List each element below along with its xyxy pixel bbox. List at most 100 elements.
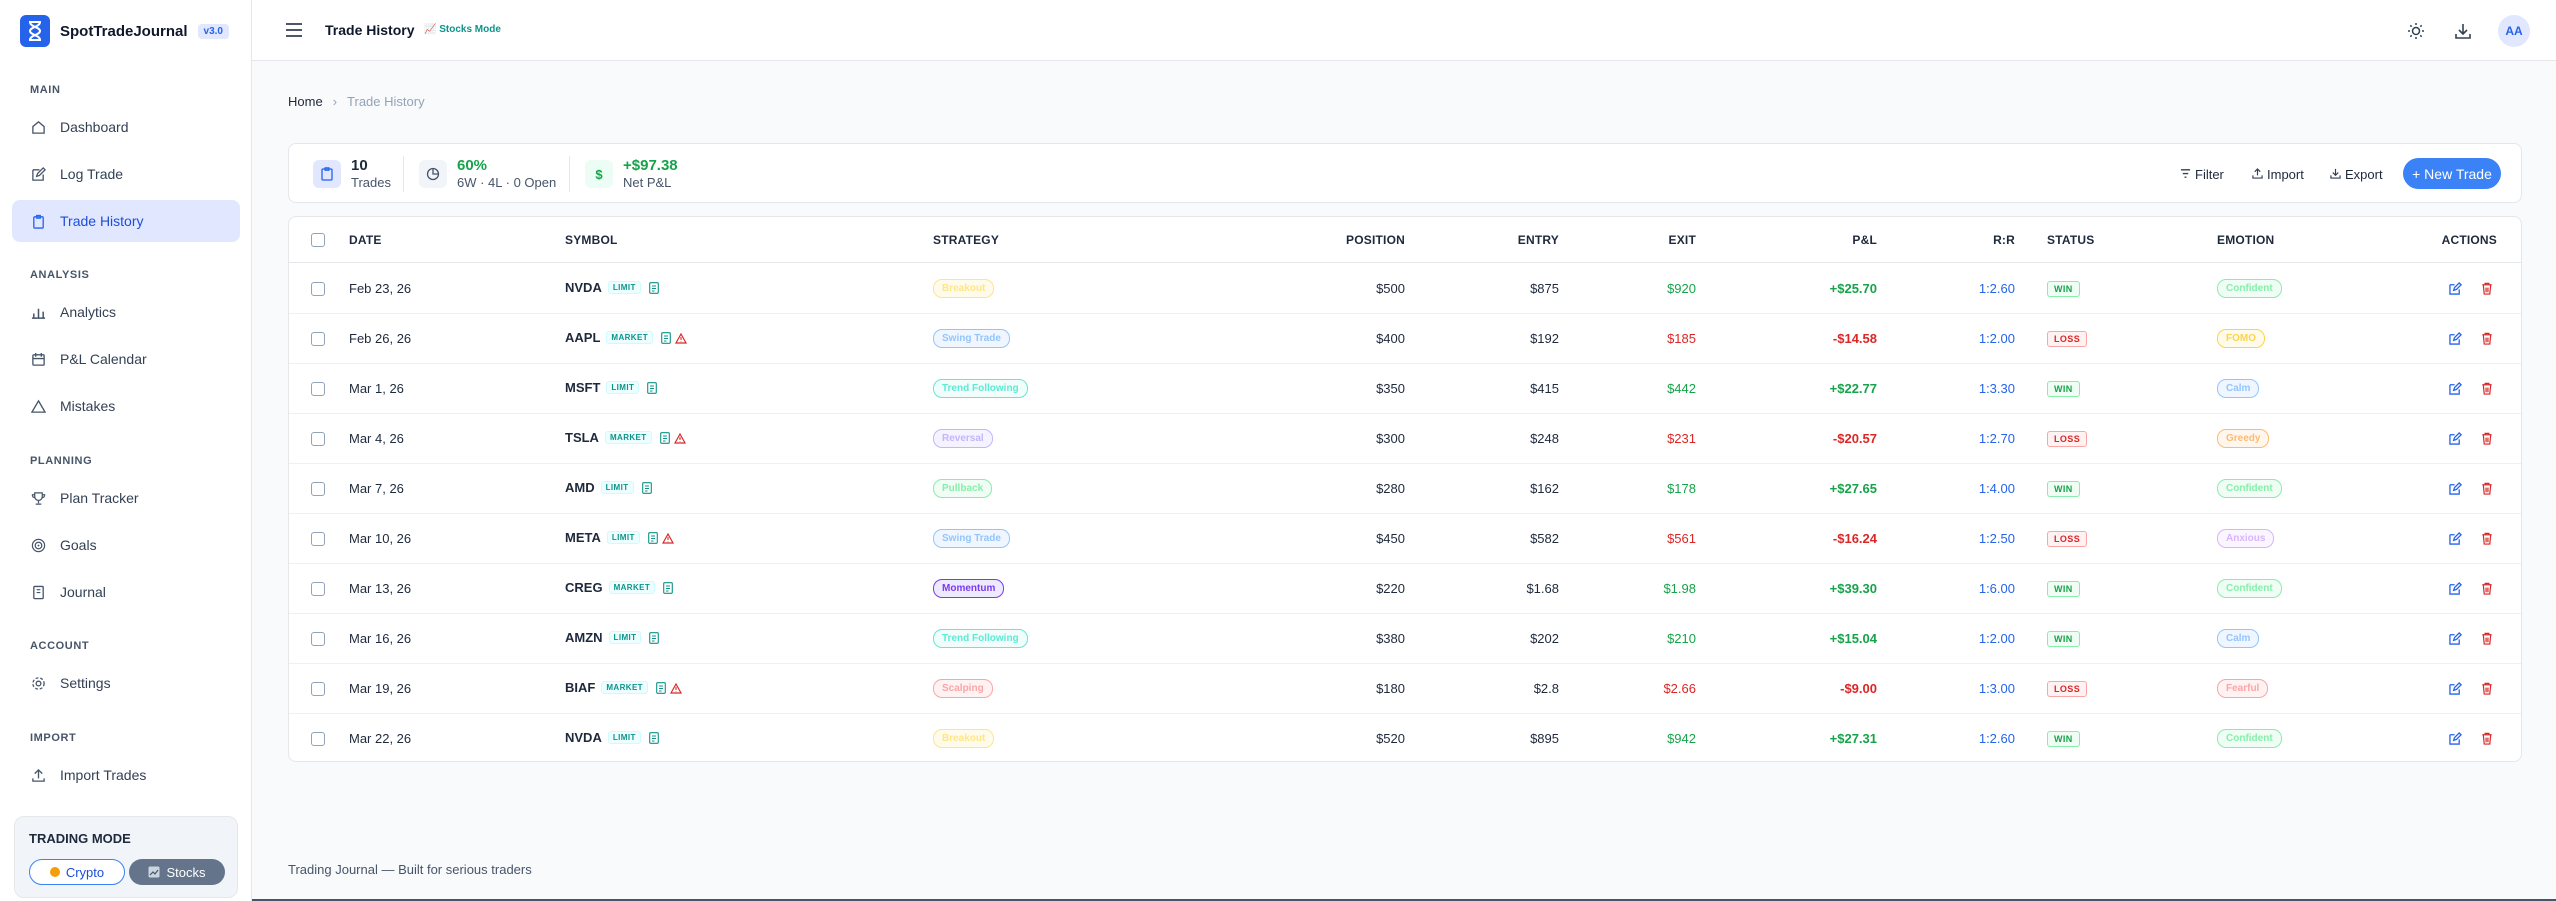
symbol[interactable]: BIAF [565, 680, 595, 695]
sidebar-item-journal[interactable]: Journal [12, 571, 240, 613]
table-row[interactable]: Mar 22, 26 NVDA LIMIT Breakout $520 $895 … [289, 714, 2521, 761]
trash-icon[interactable] [2481, 732, 2495, 746]
column-header-status[interactable]: STATUS [2047, 233, 2094, 247]
column-header-emotion[interactable]: EMOTION [2217, 233, 2274, 247]
edit-icon[interactable] [2449, 482, 2463, 496]
strategy-cell: Breakout [933, 729, 995, 748]
note-icon[interactable] [656, 682, 666, 697]
trash-icon[interactable] [2481, 432, 2495, 446]
note-icon[interactable] [659, 432, 670, 447]
symbol[interactable]: NVDA [565, 730, 602, 745]
sun-icon[interactable] [2405, 20, 2427, 42]
avatar[interactable]: AA [2498, 15, 2530, 47]
sidebar-item-trade-history[interactable]: Trade History [12, 200, 240, 242]
row-checkbox[interactable] [311, 282, 325, 296]
symbol[interactable]: NVDA [565, 280, 602, 295]
edit-icon[interactable] [2449, 282, 2463, 296]
sidebar-item-import-trades[interactable]: Import Trades [12, 754, 240, 796]
trash-icon[interactable] [2481, 582, 2495, 596]
trash-icon[interactable] [2481, 632, 2495, 646]
select-all-checkbox[interactable] [311, 233, 325, 247]
warning-icon[interactable] [674, 332, 688, 347]
table-row[interactable]: Feb 26, 26 AAPL MARKET Swing Trade $400 $… [289, 314, 2521, 364]
row-checkbox[interactable] [311, 582, 325, 596]
note-icon[interactable] [661, 332, 671, 347]
edit-icon[interactable] [2449, 432, 2463, 446]
column-header-pnl[interactable]: P&L [1852, 233, 1877, 247]
table-row[interactable]: Mar 7, 26 AMD LIMIT Pullback $280 $162 $1… [289, 464, 2521, 514]
row-checkbox[interactable] [311, 632, 325, 646]
table-row[interactable]: Mar 19, 26 BIAF MARKET Scalping $180 $2.8… [289, 664, 2521, 714]
trash-icon[interactable] [2481, 532, 2495, 546]
breadcrumb-home[interactable]: Home [288, 94, 323, 109]
edit-icon[interactable] [2449, 682, 2463, 696]
column-header-position[interactable]: POSITION [1346, 233, 1405, 247]
filter-button[interactable]: Filter [2180, 161, 2224, 187]
edit-icon[interactable] [2449, 632, 2463, 646]
crypto-mode-button[interactable]: Crypto [29, 859, 125, 885]
menu-icon[interactable] [284, 20, 304, 40]
edit-icon[interactable] [2449, 732, 2463, 746]
risk-reward: 1:3.30 [1978, 381, 2015, 396]
column-header-strategy[interactable]: STRATEGY [933, 233, 999, 247]
warning-icon[interactable] [673, 432, 686, 447]
column-header-symbol[interactable]: SYMBOL [565, 233, 618, 247]
sidebar-item-analytics[interactable]: Analytics [12, 291, 240, 333]
symbol[interactable]: CREG [565, 580, 603, 595]
edit-icon[interactable] [2449, 582, 2463, 596]
sidebar-item-dashboard[interactable]: Dashboard [12, 106, 240, 148]
row-checkbox[interactable] [311, 732, 325, 746]
brand[interactable]: SpotTradeJournal v3.0 [20, 14, 229, 48]
table-row[interactable]: Mar 13, 26 CREG MARKET Momentum $220 $1.6… [289, 564, 2521, 614]
row-checkbox[interactable] [311, 332, 325, 346]
note-icon[interactable] [649, 632, 660, 647]
row-checkbox[interactable] [311, 532, 325, 546]
column-header-exit[interactable]: EXIT [1669, 233, 1696, 247]
trash-icon[interactable] [2481, 382, 2495, 396]
note-icon[interactable] [647, 532, 658, 547]
stocks-mode-button[interactable]: Stocks [129, 859, 225, 885]
note-icon[interactable] [663, 582, 674, 597]
table-row[interactable]: Feb 23, 26 NVDA LIMIT Breakout $500 $875 … [289, 264, 2521, 314]
symbol[interactable]: TSLA [565, 430, 599, 445]
warning-icon[interactable] [669, 682, 682, 697]
table-row[interactable]: Mar 10, 26 META LIMIT Swing Trade $450 $5… [289, 514, 2521, 564]
new-trade-button[interactable]: + New Trade [2403, 158, 2501, 189]
edit-icon[interactable] [2449, 332, 2463, 346]
edit-icon[interactable] [2449, 382, 2463, 396]
note-icon[interactable] [648, 732, 659, 747]
sidebar-item-log-trade[interactable]: Log Trade [12, 153, 240, 195]
sidebar-item-pnl-calendar[interactable]: P&L Calendar [12, 338, 240, 380]
table-row[interactable]: Mar 16, 26 AMZN LIMIT Trend Following $38… [289, 614, 2521, 664]
trash-icon[interactable] [2481, 482, 2495, 496]
symbol[interactable]: AMD [565, 480, 595, 495]
row-checkbox[interactable] [311, 682, 325, 696]
column-header-entry[interactable]: ENTRY [1518, 233, 1559, 247]
table-row[interactable]: Mar 4, 26 TSLA MARKET Reversal $300 $248 … [289, 414, 2521, 464]
symbol[interactable]: AAPL [565, 330, 600, 345]
trash-icon[interactable] [2481, 682, 2495, 696]
symbol[interactable]: META [565, 530, 601, 545]
row-checkbox[interactable] [311, 382, 325, 396]
sidebar-item-mistakes[interactable]: Mistakes [12, 385, 240, 427]
sidebar-item-plan-tracker[interactable]: Plan Tracker [12, 477, 240, 519]
note-icon[interactable] [648, 282, 659, 297]
symbol[interactable]: MSFT [565, 380, 600, 395]
edit-icon[interactable] [2449, 532, 2463, 546]
sidebar-item-settings[interactable]: Settings [12, 662, 240, 704]
export-button[interactable]: Export [2330, 161, 2383, 187]
trash-icon[interactable] [2481, 282, 2495, 296]
column-header-rr[interactable]: R:R [1993, 233, 2015, 247]
sidebar-item-goals[interactable]: Goals [12, 524, 240, 566]
trash-icon[interactable] [2481, 332, 2495, 346]
table-row[interactable]: Mar 1, 26 MSFT LIMIT Trend Following $350… [289, 364, 2521, 414]
symbol[interactable]: AMZN [565, 630, 603, 645]
column-header-date[interactable]: DATE [349, 233, 382, 247]
import-button[interactable]: Import [2252, 161, 2304, 187]
warning-icon[interactable] [661, 532, 674, 547]
note-icon[interactable] [641, 482, 652, 497]
download-icon[interactable] [2452, 20, 2474, 42]
row-checkbox[interactable] [311, 482, 325, 496]
note-icon[interactable] [647, 382, 658, 397]
row-checkbox[interactable] [311, 432, 325, 446]
